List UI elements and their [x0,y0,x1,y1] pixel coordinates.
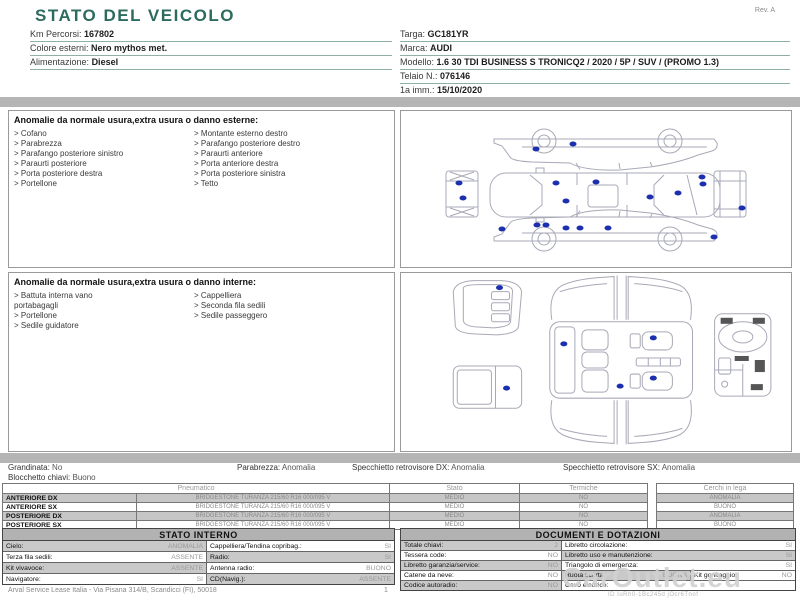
page-title: STATO DEL VEICOLO [35,6,235,25]
table-row: Kit vivavoce: ASSENTE Antenna radio: BUONO [3,562,394,573]
anomaly-item: Parabrezza [14,139,194,149]
summary-blocchetto-chiavi: Blocchetto chiavi: Buono [8,473,96,482]
table-row: Navigatore: SI CD(Navig.): ASSENTE [3,573,394,584]
stato-interno-table: STATO INTERNO Cielo: ANOMALIA Cappelliera… [2,528,395,585]
anomaly-item: Cappelliera [194,291,374,301]
anomaly-item: Porta posteriore sinistra [194,169,374,179]
revision-label: Rev. A [754,7,775,14]
anomaly-item: Paraurti posteriore [14,159,194,169]
tyre-row: ANTERIORE DX BRIDGESTONE TURANZA 215/60 … [3,493,647,502]
vehicle-summary-left: Km Percorsi: 167802 Colore esterni: Nero… [30,28,392,70]
interior-anomalies-title: Anomalie da normale usura,extra usura o … [14,277,257,287]
field-km: Km Percorsi: 167802 [30,28,392,42]
alloy-wheels-header: Cerchi in lega [703,485,747,492]
damage-markers-interior [495,285,657,391]
field-alimentazione: Alimentazione: Diesel [30,56,392,70]
anomaly-item: Battuta interna vano portabagagli [14,291,134,311]
field-prima-imm: 1a imm.: 15/10/2020 [400,84,790,98]
anomaly-item: Cofano [14,129,194,139]
exterior-anomalies-title: Anomalie da normale usura,extra usura o … [14,115,259,125]
tyre-row: POSTERIORE DX BRIDGESTONE TURANZA 215/60… [3,511,647,520]
field-modello: Modello: 1.6 30 TDI BUSINESS S TRONICQ2 … [400,56,790,70]
separator-bar-top [0,97,800,107]
summary-parabrezza: Parabrezza: Anomalia [237,463,316,472]
vehicle-summary-right: Targa: GC181YR Marca: AUDI Modello: 1.6 … [400,28,790,98]
field-targa: Targa: GC181YR [400,28,790,42]
alloy-wheel-status: ANOMALIA [709,495,741,501]
anomaly-item: Sedile passeggero [194,311,374,321]
vehicle-status-report: STATO DEL VEICOLO Rev. A Km Percorsi: 16… [0,0,800,600]
exterior-anomalies-list-right: Montante esterno destro Parafango poster… [194,129,374,189]
anomaly-item: Porta anteriore destra [194,159,374,169]
table-row: Totale chiavi: 2 Libretto circolazione: SI [401,541,795,550]
watermark: CarOutlet.eu [562,562,743,593]
field-telaio: Telaio N.: 076146 [400,70,790,84]
footer-company: Arval Service Lease Italia - Via Pisana … [8,587,217,594]
anomaly-item: Paraurti anteriore [194,149,374,159]
exterior-anomalies-box: Anomalie da normale usura,extra usura o … [8,110,395,268]
tyres-header-pneumatico: Pneumatico [177,485,215,492]
tyres-table: Pneumatico Stato Termiche ANTERIORE DX B… [2,483,648,530]
documenti-title: DOCUMENTI E DOTAZIONI [401,529,795,541]
anomaly-item: Parafango posteriore destro [194,139,374,149]
alloy-wheel-status: ANOMALIA [709,513,741,519]
interior-damage-diagram [400,272,792,452]
page-number: 1 [384,587,388,594]
alloy-wheels-table: Cerchi in lega ANOMALIA BUONO ANOMALIA B… [656,483,794,530]
anomaly-item: Portellone [14,179,194,189]
separator-bar-bottom [0,453,800,463]
interior-anomalies-list-right: Cappelliera Seconda fila sedili Sedile p… [194,291,374,331]
tyres-header-termiche: Termiche [519,484,647,493]
summary-specchietto-sx: Specchietto retrovisore SX: Anomalia [563,463,696,472]
anomaly-item: Porta posteriore destra [14,169,194,179]
anomaly-item: Sedile guidatore [14,321,194,331]
tyres-header-stato: Stato [389,484,519,493]
stato-interno-title: STATO INTERNO [3,529,394,541]
exterior-damage-diagram [400,110,792,268]
tyre-row: ANTERIORE SX BRIDGESTONE TURANZA 215/60 … [3,502,647,511]
summary-specchietto-dx: Specchietto retrovisore DX: Anomalia [352,463,485,472]
summary-grandinata: Grandinata: No [8,463,63,472]
anomaly-item: Parafango posteriore sinistro [14,149,194,159]
anomaly-item: Seconda fila sedili [194,301,374,311]
car-exterior-views [445,128,747,252]
field-colore: Colore esterni: Nero mythos met. [30,42,392,56]
table-row: Terza fila sedili: ASSENTE Radio: SI [3,551,394,562]
car-interior-views [452,275,772,445]
anomaly-item: Portellone [14,311,194,321]
anomaly-item: Montante esterno destro [194,129,374,139]
interior-anomalies-box: Anomalie da normale usura,extra usura o … [8,272,395,452]
alloy-wheel-status: BUONO [713,504,736,510]
field-marca: Marca: AUDI [400,42,790,56]
table-row: Cielo: ANOMALIA Cappelliera/Tendina copri… [3,541,394,551]
exterior-anomalies-list-left: Cofano Parabrezza Parafango posteriore s… [14,129,194,189]
interior-anomalies-list-left: Battuta interna vano portabagagli Portel… [14,291,194,331]
anomaly-item: Tetto [194,179,374,189]
table-row: Tessera code: NO Libretto uso e manutenzi… [401,550,795,560]
document-id: ID IuRh0-1Bc245d jOcr6Tnof [608,592,699,598]
damage-markers-exterior [455,141,746,240]
